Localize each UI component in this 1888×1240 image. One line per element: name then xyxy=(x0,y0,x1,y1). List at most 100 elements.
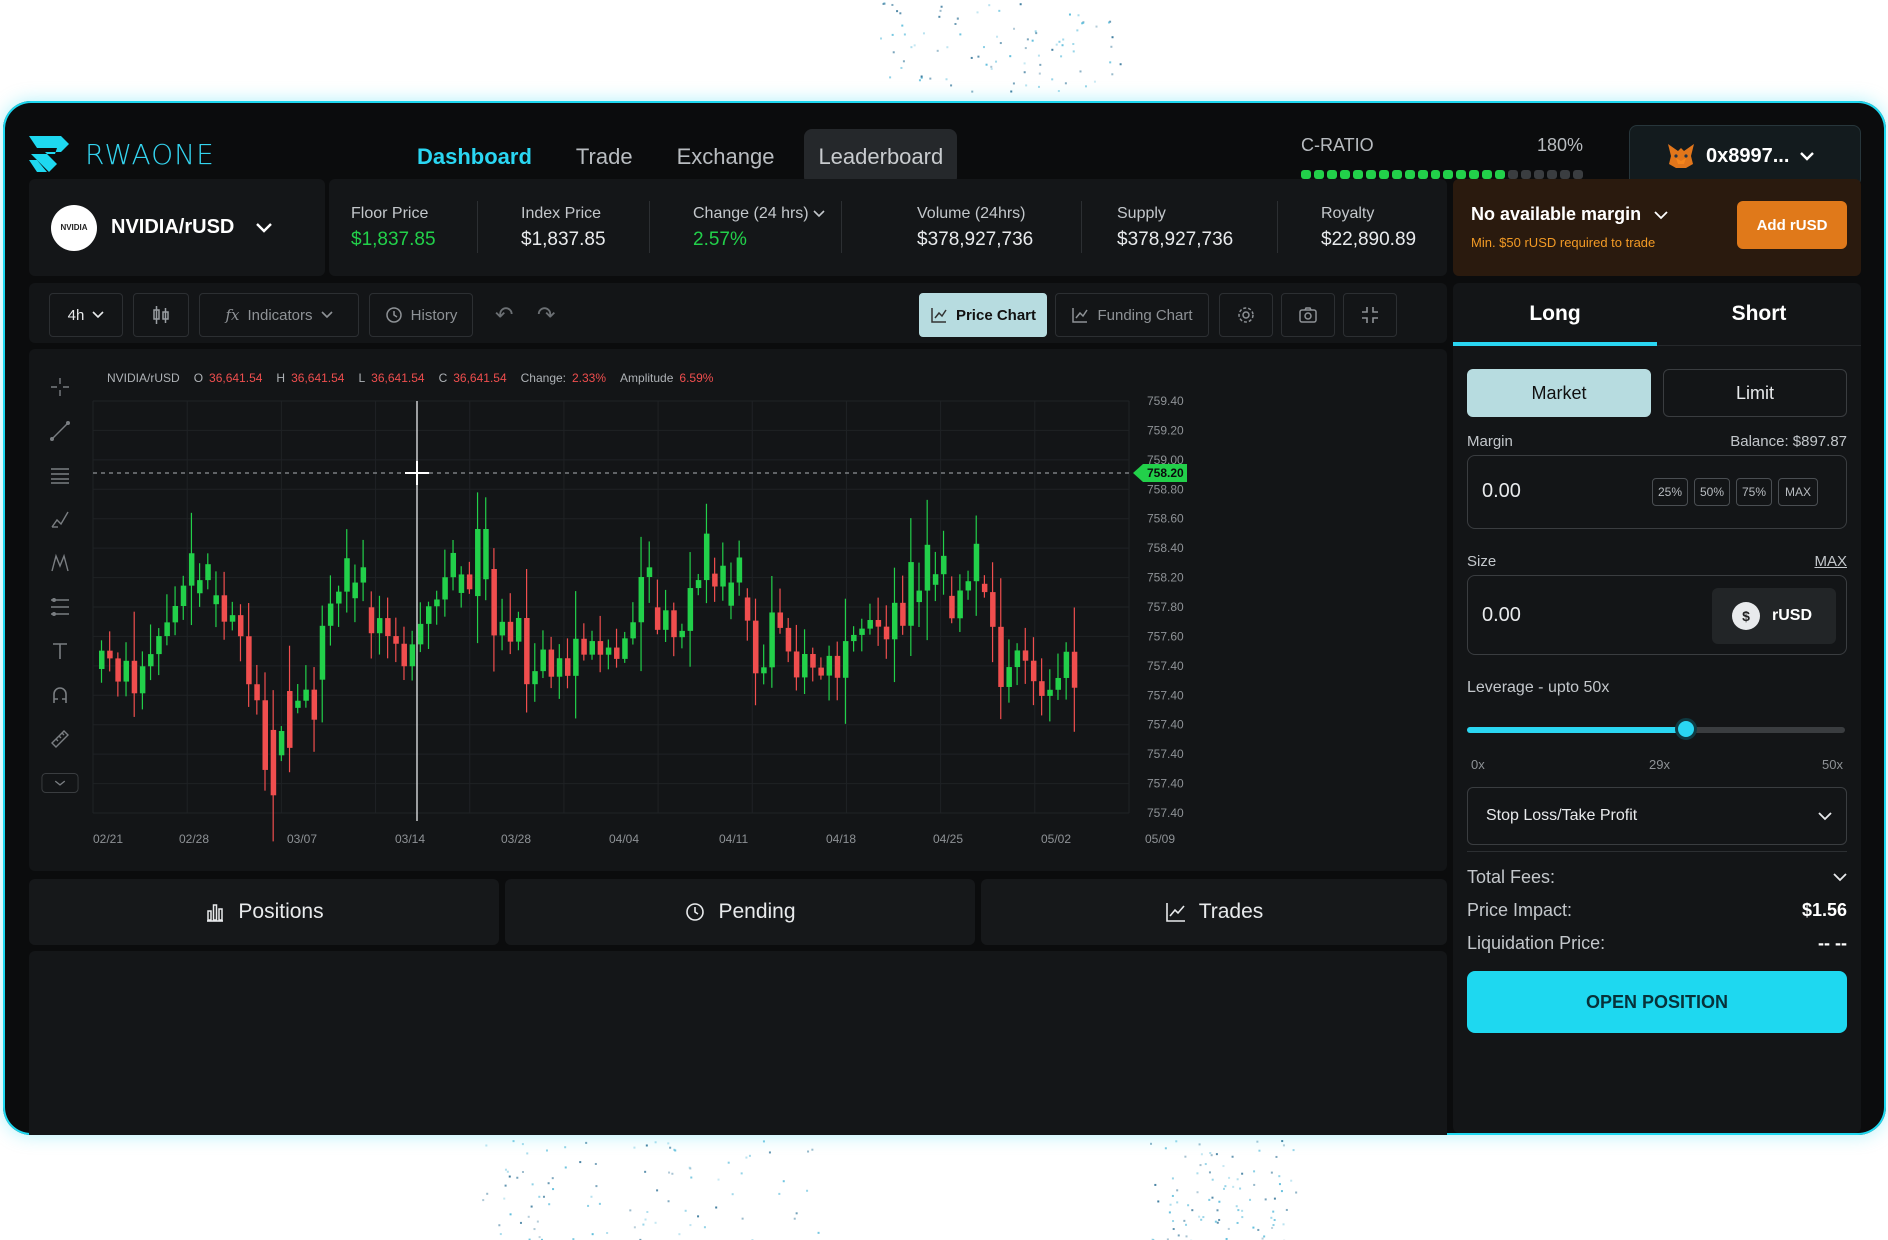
tab-short[interactable]: Short xyxy=(1657,283,1861,345)
current-price-label: 758.20 xyxy=(1147,466,1184,480)
ruler-icon[interactable] xyxy=(41,717,79,761)
margin-max-button[interactable]: MAX xyxy=(1778,478,1818,506)
collapse-button[interactable] xyxy=(1343,293,1397,337)
stat-change-24h[interactable]: Change (24 hrs) 2.57% xyxy=(693,205,825,251)
wallet-button[interactable]: 0x8997... xyxy=(1629,125,1861,187)
candle-body xyxy=(589,641,595,655)
pattern-icon[interactable] xyxy=(41,541,79,585)
size-max-link[interactable]: MAX xyxy=(1814,553,1847,570)
leverage-slider-handle[interactable] xyxy=(1675,718,1698,740)
leverage-slider[interactable] xyxy=(1467,718,1845,740)
settings-button[interactable] xyxy=(1219,293,1273,337)
price-chart-tab[interactable]: Price Chart xyxy=(919,293,1047,337)
tab-pending[interactable]: Pending xyxy=(505,879,975,945)
active-tab-indicator xyxy=(1453,342,1657,346)
fib-icon[interactable] xyxy=(41,585,79,629)
candle-body xyxy=(524,617,530,685)
particle xyxy=(1216,1221,1219,1224)
text-tool-icon[interactable] xyxy=(41,629,79,673)
y-tick-label: 758.40 xyxy=(1147,541,1184,555)
candle-body xyxy=(278,731,285,756)
history-button[interactable]: History xyxy=(369,293,473,337)
stat-label: Royalty xyxy=(1321,205,1375,222)
margin-input[interactable]: 0.00 25% 50% 75% MAX xyxy=(1467,455,1847,529)
funding-chart-label: Funding Chart xyxy=(1097,306,1193,324)
c-ratio-segment xyxy=(1430,170,1441,179)
undo-icon[interactable]: ↶ xyxy=(495,293,513,337)
indicators-button[interactable]: fx Indicators xyxy=(199,293,359,337)
candle-body xyxy=(426,606,432,624)
candle-body xyxy=(164,622,170,637)
particle xyxy=(1273,1219,1276,1222)
ohlc-legend: NVIDIA/rUSD O 36,641.54 H 36,641.54 L 36,64… xyxy=(107,371,721,385)
candle-body xyxy=(744,597,751,621)
candle-body xyxy=(483,529,489,580)
total-fees-row[interactable]: Total Fees: xyxy=(1467,867,1847,888)
particle xyxy=(1218,1200,1221,1203)
particle xyxy=(740,1172,743,1175)
brand-logo[interactable]: RWAONE xyxy=(27,134,215,174)
crosshair-icon[interactable] xyxy=(41,365,79,409)
particle xyxy=(1019,3,1022,6)
pair-selector[interactable]: NVIDIA NVIDIA/rUSD xyxy=(29,179,325,276)
particle xyxy=(1079,70,1082,73)
candlestick-icon xyxy=(153,306,169,324)
candle-body xyxy=(654,607,661,630)
size-input[interactable]: 0.00 $ rUSD xyxy=(1467,575,1847,655)
stop-loss-take-profit-dropdown[interactable]: Stop Loss/Take Profit xyxy=(1467,787,1847,845)
margin-75-button[interactable]: 75% xyxy=(1736,478,1772,506)
particle xyxy=(920,76,923,79)
particle xyxy=(1012,82,1015,85)
particle xyxy=(1185,1223,1188,1226)
particle xyxy=(585,1141,588,1144)
nav-leaderboard[interactable]: Leaderboard xyxy=(804,129,958,185)
funding-chart-tab[interactable]: Funding Chart xyxy=(1055,293,1209,337)
horizontal-lines-icon[interactable] xyxy=(41,453,79,497)
expand-tools-button[interactable] xyxy=(41,761,79,805)
candle-body xyxy=(564,658,571,676)
limit-order-button[interactable]: Limit xyxy=(1663,369,1847,417)
particle xyxy=(1157,1200,1160,1203)
particle xyxy=(1278,1175,1281,1178)
particle xyxy=(748,1154,751,1157)
candlestick-chart[interactable]: 759.40759.20759.00758.80758.60758.40758.… xyxy=(29,349,1447,871)
margin-25-button[interactable]: 25% xyxy=(1652,478,1688,506)
particle xyxy=(1202,1216,1205,1219)
tab-trades[interactable]: Trades xyxy=(981,879,1447,945)
candle-body xyxy=(793,651,800,678)
open-position-button[interactable]: OPEN POSITION xyxy=(1467,971,1847,1033)
nav-exchange[interactable]: Exchange xyxy=(663,129,789,185)
nav-dashboard[interactable]: Dashboard xyxy=(403,129,546,185)
currency-selector[interactable]: $ rUSD xyxy=(1712,588,1836,644)
particle xyxy=(913,44,916,47)
particle xyxy=(530,1205,533,1208)
market-order-button[interactable]: Market xyxy=(1467,369,1651,417)
particle xyxy=(1038,72,1041,75)
particle xyxy=(667,1200,670,1203)
particle xyxy=(533,1228,536,1231)
magnet-icon[interactable] xyxy=(41,673,79,717)
margin-notice-title[interactable]: No available margin xyxy=(1471,204,1668,225)
chart-icon xyxy=(1072,308,1089,323)
particle xyxy=(1270,1171,1273,1174)
particle xyxy=(1272,1224,1275,1227)
brush-icon[interactable] xyxy=(41,497,79,541)
candle-body xyxy=(581,638,587,655)
candle-body xyxy=(973,543,980,582)
interval-selector[interactable]: 4h xyxy=(49,293,123,337)
trend-line-icon[interactable] xyxy=(41,409,79,453)
candle-type-button[interactable] xyxy=(133,293,189,337)
margin-50-button[interactable]: 50% xyxy=(1694,478,1730,506)
candle-body xyxy=(818,667,824,676)
ohlc-pair: NVIDIA/rUSD xyxy=(107,371,180,385)
candle-body xyxy=(107,650,113,659)
tab-positions[interactable]: Positions xyxy=(29,879,499,945)
add-rusd-button[interactable]: Add rUSD xyxy=(1737,201,1847,249)
stat-value: $1,837.85 xyxy=(521,229,606,250)
redo-icon[interactable]: ↷ xyxy=(537,293,555,337)
tab-long[interactable]: Long xyxy=(1453,283,1657,345)
nav-trade[interactable]: Trade xyxy=(562,129,647,185)
particle xyxy=(741,1217,744,1220)
candle-body xyxy=(802,654,808,678)
screenshot-button[interactable] xyxy=(1281,293,1335,337)
